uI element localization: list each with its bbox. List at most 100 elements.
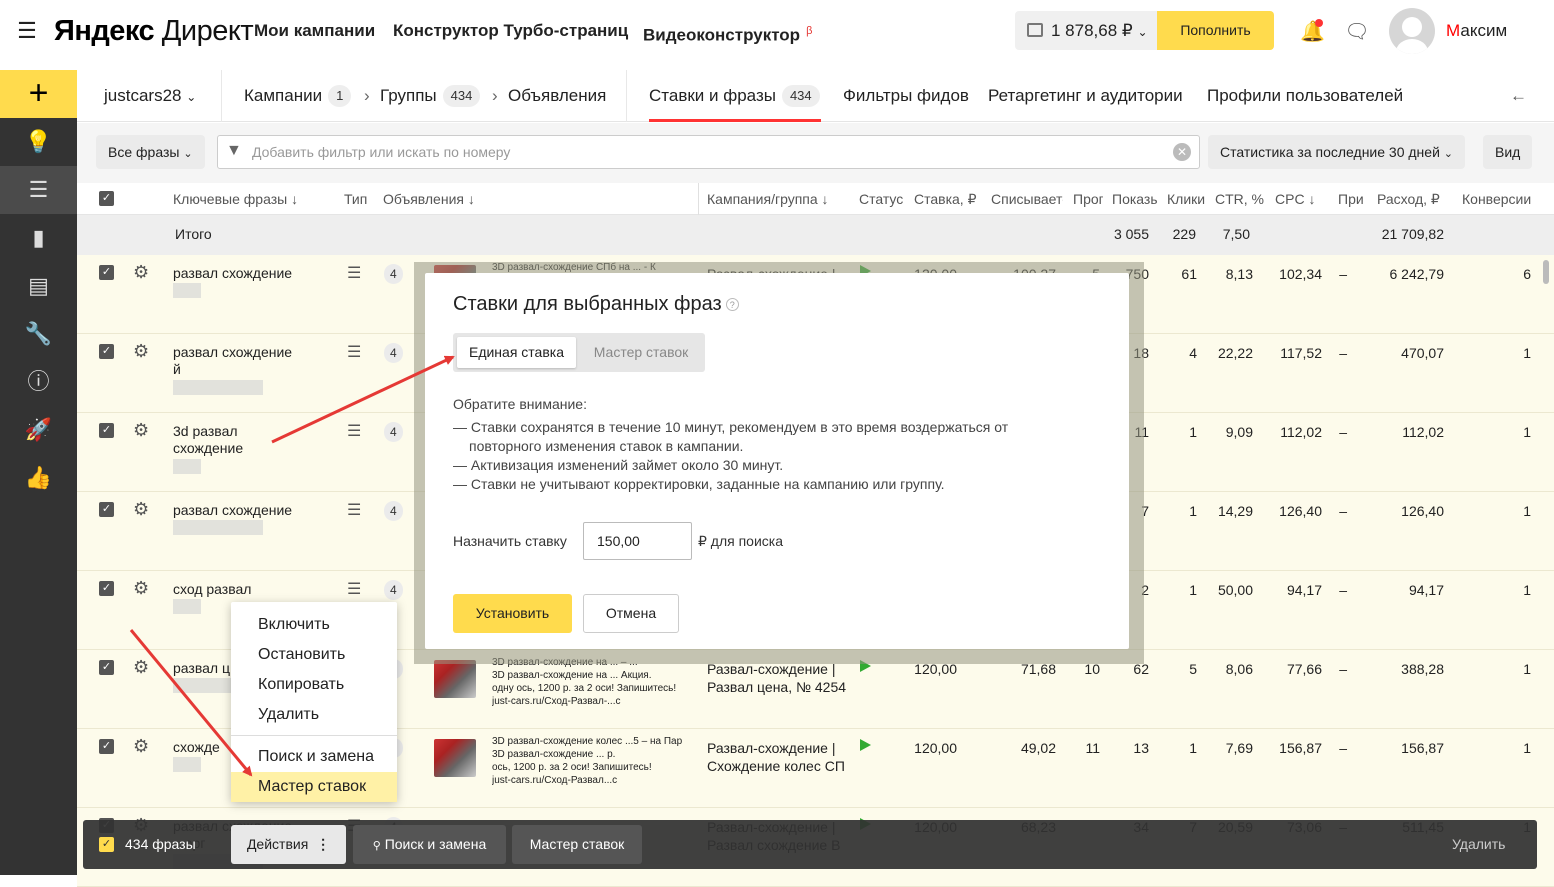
phrases-filter-select[interactable]: Все фразы ⌄	[96, 135, 205, 169]
ads-count-badge[interactable]: 4	[384, 264, 403, 284]
topup-button[interactable]: Пополнить	[1157, 11, 1274, 50]
col-ads[interactable]: Объявления ↓	[383, 190, 493, 208]
crumb-groups[interactable]: Группы 434	[380, 85, 481, 107]
stack-icon[interactable]: ▤	[0, 262, 77, 310]
col-type[interactable]: Тип	[344, 190, 374, 208]
bid-input[interactable]: 150,00	[583, 522, 692, 560]
col-spend[interactable]: Расход, ₽	[1377, 190, 1453, 208]
col-ctr[interactable]: CTR, %	[1215, 190, 1265, 208]
col-label: Объявления	[383, 191, 464, 207]
col-pri[interactable]: При	[1338, 190, 1368, 208]
row-checkbox[interactable]: ✓	[99, 502, 114, 517]
select-all-checkbox[interactable]: ✓	[99, 191, 114, 206]
crumb-ads[interactable]: Объявления	[508, 85, 606, 107]
ads-count-badge[interactable]: 4	[384, 343, 403, 363]
thumbs-up-icon[interactable]: 👍	[0, 454, 77, 502]
gear-icon[interactable]: ⚙	[133, 658, 149, 676]
keyword-phrase[interactable]: развал схождение	[173, 344, 292, 361]
tab-user-profiles[interactable]: Профили пользователей	[1207, 85, 1403, 107]
delete-button[interactable]: Удалить	[1452, 825, 1505, 864]
row-checkbox[interactable]: ✓	[99, 344, 114, 359]
col-shows[interactable]: Показы	[1112, 190, 1158, 208]
row-checkbox[interactable]: ✓	[99, 423, 114, 438]
col-keywords[interactable]: Ключевые фразы ↓	[173, 190, 313, 208]
menu-item-delete[interactable]: Удалить	[231, 700, 397, 730]
clear-icon[interactable]: ✕	[1173, 143, 1191, 161]
gear-icon[interactable]: ⚙	[133, 421, 149, 439]
keyword-phrase[interactable]: развал схождение	[173, 265, 292, 282]
wrench-icon[interactable]: 🔧	[0, 310, 77, 358]
view-button[interactable]: Вид	[1483, 135, 1533, 169]
tab-retargeting[interactable]: Ретаргетинг и аудитории	[988, 85, 1183, 107]
ads-count-badge[interactable]: 4	[384, 422, 403, 442]
menu-item-copy[interactable]: Копировать	[231, 670, 397, 700]
yandex-direct-logo[interactable]: Яндекс Директ	[54, 14, 254, 48]
cancel-button[interactable]: Отмена	[583, 594, 679, 633]
gear-icon[interactable]: ⚙	[133, 737, 149, 755]
bid-master-tab[interactable]: Мастер ставок	[580, 337, 702, 368]
set-bid-button[interactable]: Установить	[453, 594, 572, 633]
tab-bids-phrases[interactable]: Ставки и фразы 434	[649, 85, 820, 107]
notifications-bell-icon[interactable]: 🔔	[1300, 19, 1325, 43]
scrollbar-thumb[interactable]	[1543, 260, 1549, 284]
info-icon[interactable]: ⓘ	[0, 358, 77, 406]
col-clicks[interactable]: Клики	[1167, 190, 1205, 208]
search-input[interactable]: ▼ Добавить фильтр или искать по номеру ✕	[217, 135, 1200, 169]
lightbulb-icon[interactable]: 💡	[0, 118, 77, 166]
gear-icon[interactable]: ⚙	[133, 579, 149, 597]
ads-count-badge[interactable]: 4	[384, 580, 403, 600]
create-plus-button[interactable]: +	[0, 70, 77, 118]
account-selector[interactable]: justcars28 ⌄	[104, 85, 196, 108]
keyword-phrase[interactable]: 3d развал	[173, 423, 238, 440]
bar-chart-icon[interactable]: ▮​	[0, 214, 77, 262]
menu-item-enable[interactable]: Включить	[231, 610, 397, 640]
balance-dropdown[interactable]: 1 878,68 ₽ ⌄	[1015, 11, 1157, 50]
search-replace-button[interactable]: ⚲ Поиск и замена	[353, 825, 506, 864]
nav-video-constructor[interactable]: Видеоконструктор β	[643, 20, 812, 47]
col-status[interactable]: Статус	[859, 190, 903, 208]
ad-url[interactable]: just-cars.ru/Сход-Развал...с	[492, 774, 697, 787]
col-campaign-group[interactable]: Кампания/группа ↓	[707, 190, 852, 208]
menu-item-search-replace[interactable]: Поиск и замена	[231, 742, 397, 772]
list-icon[interactable]: ☰	[0, 166, 77, 214]
col-conversions[interactable]: Конверсии	[1462, 190, 1542, 208]
row-checkbox[interactable]: ✓	[99, 265, 114, 280]
keyword-phrase[interactable]: развал схождение	[173, 502, 292, 519]
col-charge[interactable]: Списывается	[991, 190, 1063, 208]
campaign-group[interactable]: Развал-схождение |	[707, 739, 852, 757]
actions-button[interactable]: Действия ⋮	[231, 825, 346, 864]
row-checkbox[interactable]: ✓	[99, 581, 114, 596]
row-checkbox[interactable]: ✓	[99, 660, 114, 675]
help-icon[interactable]: ?	[725, 298, 739, 311]
back-arrow-icon[interactable]: ←	[1510, 85, 1527, 107]
gear-icon[interactable]: ⚙	[133, 263, 149, 281]
gear-icon[interactable]: ⚙	[133, 500, 149, 518]
menu-item-stop[interactable]: Остановить	[231, 640, 397, 670]
nav-my-campaigns[interactable]: Мои кампании	[254, 20, 375, 42]
crumb-campaigns[interactable]: Кампании 1	[244, 85, 352, 107]
tab-feed-filters[interactable]: Фильтры фидов	[843, 85, 969, 107]
ads-count-badge[interactable]: 4	[384, 501, 403, 521]
bid-master-button[interactable]: Мастер ставок	[512, 825, 642, 864]
keyword-phrase[interactable]: развал ц	[173, 660, 230, 677]
ad-url[interactable]: just-cars.ru/Сход-Развал-...с	[492, 695, 697, 708]
bulk-select-checkbox[interactable]: ✓	[99, 837, 114, 852]
col-cpc[interactable]: CPC ↓	[1275, 190, 1335, 208]
hamburger-menu-icon[interactable]: ☰	[14, 18, 40, 44]
nav-turbo-constructor[interactable]: Конструктор Турбо-страниц	[393, 20, 628, 42]
user-name[interactable]: Максим	[1446, 20, 1507, 42]
keyword-phrase[interactable]: сход развал	[173, 581, 251, 598]
menu-item-bid-master[interactable]: Мастер ставок	[231, 772, 397, 802]
chat-bubble-icon[interactable]: 🗨	[1344, 19, 1370, 43]
row-checkbox[interactable]: ✓	[99, 739, 114, 754]
ad-title[interactable]: 3D развал-схождение колес ...5 – на Пар	[492, 735, 697, 748]
gear-icon[interactable]: ⚙	[133, 342, 149, 360]
keyword-phrase[interactable]: схожде	[173, 739, 220, 756]
bid-value[interactable]: 120,00	[900, 739, 957, 757]
user-avatar[interactable]	[1389, 8, 1435, 54]
stats-period-select[interactable]: Статистика за последние 30 дней ⌄	[1208, 135, 1466, 169]
col-bid[interactable]: Ставка, ₽	[914, 190, 980, 208]
rocket-icon[interactable]: 🚀	[0, 406, 77, 454]
col-forecast[interactable]: Прогноз	[1073, 190, 1103, 208]
single-bid-tab[interactable]: Единая ставка	[457, 337, 576, 368]
